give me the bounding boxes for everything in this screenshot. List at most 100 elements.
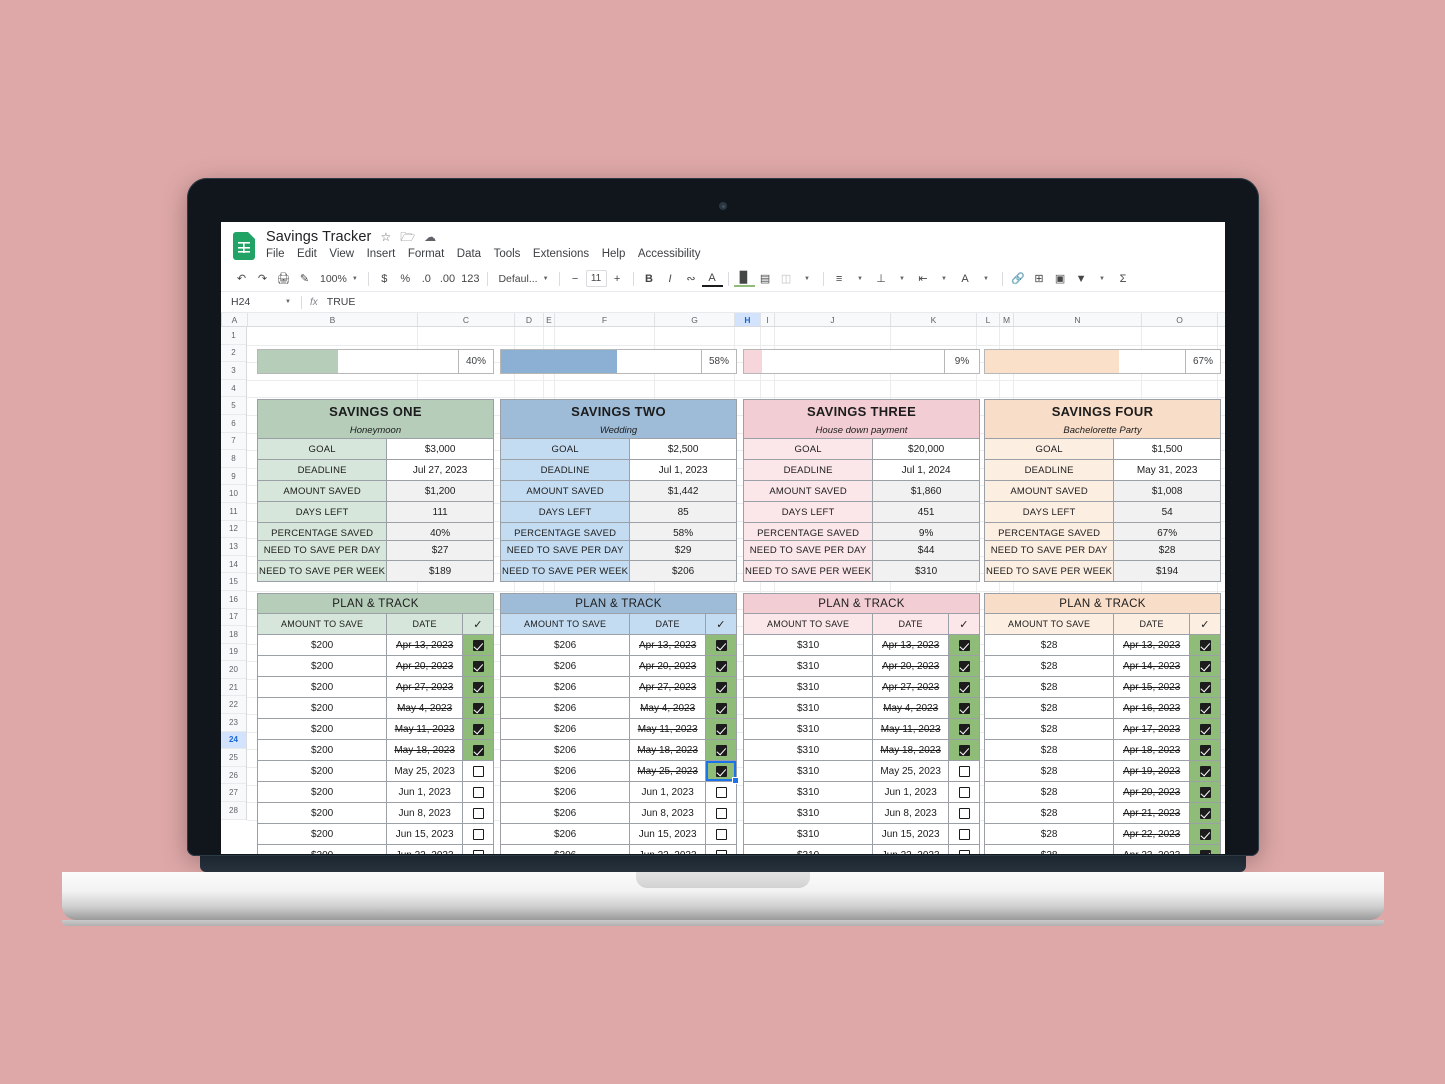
card-4-plan-checkbox-cell[interactable] (1190, 845, 1220, 854)
checkbox-icon[interactable] (958, 807, 970, 819)
more-formats-button[interactable]: 123 (458, 268, 482, 289)
column-header-f[interactable]: F (555, 313, 655, 326)
column-header-g[interactable]: G (655, 313, 735, 326)
row-header-11[interactable]: 11 (221, 503, 246, 521)
checkbox-icon[interactable] (1199, 723, 1211, 735)
card-1-plan-checkbox-cell[interactable] (463, 845, 493, 854)
card-3-plan-checkbox-cell[interactable] (949, 698, 979, 718)
insert-chart-icon[interactable]: ▣ (1050, 268, 1071, 289)
card-2-plan-checkbox-cell[interactable] (706, 740, 736, 760)
checkbox-icon[interactable] (472, 744, 484, 756)
strikethrough-icon[interactable]: ∾ (681, 268, 702, 289)
checkbox-icon[interactable] (1199, 660, 1211, 672)
menu-item-view[interactable]: View (329, 248, 354, 260)
sheet-canvas[interactable]: 40% SAVINGS ONE Honeymoon GOAL $3,000 DEADLIN… (247, 327, 1225, 854)
row-header-10[interactable]: 10 (221, 485, 246, 503)
checkbox-icon[interactable] (472, 828, 484, 840)
checkbox-icon[interactable] (1199, 681, 1211, 693)
bold-button[interactable]: B (639, 268, 660, 289)
checkbox-icon[interactable] (958, 786, 970, 798)
row-header-20[interactable]: 20 (221, 661, 246, 679)
checkbox-icon[interactable] (715, 702, 727, 714)
card-3-plan-checkbox-cell[interactable] (949, 635, 979, 655)
menu-item-tools[interactable]: Tools (494, 248, 521, 260)
select-all-corner[interactable] (221, 313, 222, 326)
card-2-plan-checkbox-cell[interactable] (706, 635, 736, 655)
card-2-plan-checkbox-cell[interactable] (706, 803, 736, 823)
merge-cells-icon[interactable]: ◫ (776, 268, 797, 289)
card-1-plan-checkbox-cell[interactable] (463, 677, 493, 697)
card-4-plan-checkbox-cell[interactable] (1190, 782, 1220, 802)
row-header-21[interactable]: 21 (221, 679, 246, 697)
row-header-15[interactable]: 15 (221, 573, 246, 591)
checkbox-icon[interactable] (1199, 744, 1211, 756)
column-header-i[interactable]: I (761, 313, 775, 326)
card-4-plan-checkbox-cell[interactable] (1190, 740, 1220, 760)
page-title[interactable]: Savings Tracker (266, 229, 371, 245)
column-header-n[interactable]: N (1014, 313, 1142, 326)
card-3-plan-checkbox-cell[interactable] (949, 719, 979, 739)
card-1-plan-checkbox-cell[interactable] (463, 656, 493, 676)
card-3-plan-checkbox-cell[interactable] (949, 740, 979, 760)
row-header-1[interactable]: 1 (221, 327, 246, 345)
checkbox-icon[interactable] (958, 702, 970, 714)
column-header-l[interactable]: L (977, 313, 1000, 326)
row-header-12[interactable]: 12 (221, 521, 246, 539)
column-header-a[interactable]: A (222, 313, 248, 326)
checkbox-icon[interactable] (715, 723, 727, 735)
checkbox-icon[interactable] (715, 828, 727, 840)
card-1-plan-checkbox-cell[interactable] (463, 782, 493, 802)
menu-item-data[interactable]: Data (457, 248, 481, 260)
checkbox-icon[interactable] (958, 828, 970, 840)
chevron-down-icon[interactable]: ▼ (850, 268, 871, 289)
checkbox-icon[interactable] (958, 639, 970, 651)
functions-icon[interactable]: Σ (1113, 268, 1134, 289)
card-1-plan-checkbox-cell[interactable] (463, 635, 493, 655)
checkbox-icon[interactable] (715, 807, 727, 819)
checkbox-icon[interactable] (958, 723, 970, 735)
zoom-selector[interactable]: 100% ▼ (315, 269, 363, 289)
card-2-plan-checkbox-cell[interactable] (706, 656, 736, 676)
column-header-b[interactable]: B (248, 313, 418, 326)
card-3-plan-checkbox-cell[interactable] (949, 656, 979, 676)
increase-decimal-icon[interactable]: .00 (437, 268, 458, 289)
menu-item-accessibility[interactable]: Accessibility (638, 248, 701, 260)
print-icon[interactable]: 🖨 (273, 268, 294, 289)
checkbox-icon[interactable] (1199, 828, 1211, 840)
percent-format-button[interactable]: % (395, 268, 416, 289)
chevron-down-icon[interactable]: ▼ (1092, 268, 1113, 289)
italic-button[interactable]: I (660, 268, 681, 289)
decrease-decimal-icon[interactable]: .0 (416, 268, 437, 289)
chevron-down-icon[interactable]: ▼ (797, 268, 818, 289)
checkbox-icon[interactable] (715, 849, 727, 854)
chevron-down-icon[interactable]: ▼ (892, 268, 913, 289)
column-header-p[interactable]: P (1218, 313, 1226, 326)
card-1-plan-checkbox-cell[interactable] (463, 761, 493, 781)
cloud-saved-icon[interactable]: ☁ (424, 231, 436, 243)
row-header-17[interactable]: 17 (221, 609, 246, 627)
card-1-plan-checkbox-cell[interactable] (463, 803, 493, 823)
checkbox-icon[interactable] (472, 786, 484, 798)
column-header-d[interactable]: D (515, 313, 544, 326)
undo-icon[interactable]: ↶ (231, 268, 252, 289)
card-2-plan-checkbox-cell[interactable] (706, 761, 739, 784)
card-2-plan-checkbox-cell[interactable] (706, 719, 736, 739)
row-header-25[interactable]: 25 (221, 749, 246, 767)
row-header-22[interactable]: 22 (221, 696, 246, 715)
borders-icon[interactable]: ▤ (755, 268, 776, 289)
menu-item-help[interactable]: Help (602, 248, 626, 260)
column-header-o[interactable]: O (1142, 313, 1218, 326)
checkbox-icon[interactable] (958, 744, 970, 756)
increase-font-size-button[interactable]: + (607, 268, 628, 289)
checkbox-icon[interactable] (472, 765, 484, 777)
checkbox-icon[interactable] (1199, 639, 1211, 651)
row-header-8[interactable]: 8 (221, 450, 246, 468)
card-3-plan-checkbox-cell[interactable] (949, 803, 979, 823)
column-header-c[interactable]: C (418, 313, 515, 326)
card-4-plan-checkbox-cell[interactable] (1190, 677, 1220, 697)
checkbox-icon[interactable] (472, 681, 484, 693)
font-size-input[interactable]: 11 (585, 270, 607, 287)
card-2-plan-checkbox-cell[interactable] (706, 824, 736, 844)
menu-item-file[interactable]: File (266, 248, 285, 260)
column-header-k[interactable]: K (891, 313, 977, 326)
